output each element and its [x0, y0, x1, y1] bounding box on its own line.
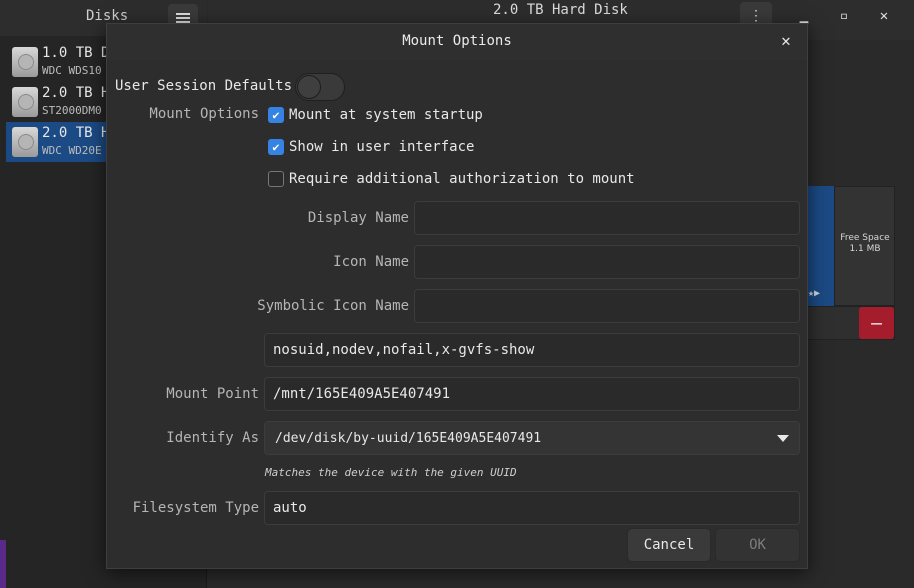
identify-as-value: /dev/disk/by-uuid/165E409A5E407491 [275, 430, 542, 446]
window-close-icon[interactable]: ✕ [874, 8, 894, 24]
mount-point-label: Mount Point [166, 386, 259, 402]
checkbox-unchecked-icon [268, 171, 284, 187]
switch-knob [297, 75, 321, 99]
icon-name-input[interactable] [423, 254, 791, 270]
checkbox-mount-at-startup[interactable]: ✔ Mount at system startup [268, 107, 483, 123]
disk-model: ST2000DM0 [42, 104, 102, 117]
hard-disk-icon [12, 47, 38, 77]
checkbox-checked-icon: ✔ [268, 107, 284, 123]
minus-icon: — [871, 312, 882, 334]
disk-model: WDC WD20E [42, 144, 102, 157]
display-name-label: Display Name [307, 210, 409, 226]
hamburger-icon [176, 13, 190, 23]
icon-name-field[interactable] [414, 245, 800, 279]
symbolic-icon-name-label: Symbolic Icon Name [257, 298, 409, 314]
checkbox-checked-icon: ✔ [268, 139, 284, 155]
partition-indicator-icon: ★▶ [808, 288, 821, 299]
filesystem-type-label: Filesystem Type [132, 500, 259, 516]
free-space-size: 1.1 MB [849, 244, 881, 254]
free-space-label: Free Space [840, 233, 890, 243]
window-title: 2.0 TB Hard Disk [493, 2, 628, 18]
chevron-down-icon [777, 434, 789, 442]
mount-options-field[interactable]: nosuid,nodev,nofail,x-gvfs-show [264, 333, 800, 367]
hard-disk-icon [12, 87, 38, 117]
filesystem-type-value: auto [273, 500, 307, 516]
mount-options-value: nosuid,nodev,nofail,x-gvfs-show [273, 342, 535, 358]
dialog-title: Mount Options [402, 33, 512, 49]
disk-model: WDC WDS10 [42, 64, 102, 77]
checkbox-label: Mount at system startup [289, 107, 483, 123]
display-name-field[interactable] [414, 201, 800, 235]
sidebar-title: Disks [86, 8, 129, 24]
desktop-edge [0, 540, 6, 588]
dialog-header: Mount Options ✕ [107, 24, 807, 60]
kebab-icon: ⋮ [749, 8, 763, 24]
minimize-icon[interactable]: ▁ [794, 8, 814, 24]
checkbox-show-in-ui[interactable]: ✔ Show in user interface [268, 139, 474, 155]
identify-as-label: Identify As [166, 430, 259, 446]
display-name-input[interactable] [423, 210, 791, 226]
mount-options-label: Mount Options [149, 106, 259, 122]
ok-button[interactable]: OK [715, 528, 800, 562]
disk-name: 1.0 TB D [42, 45, 110, 61]
disk-name: 2.0 TB H [42, 85, 110, 101]
disk-name: 2.0 TB H [42, 125, 110, 141]
user-session-defaults-label: User Session Defaults [115, 78, 293, 94]
mount-point-value: /mnt/165E409A5E407491 [273, 386, 451, 402]
close-icon[interactable]: ✕ [777, 31, 795, 51]
free-space-text: Free Space 1.1 MB [836, 233, 894, 255]
icon-name-label: Icon Name [333, 254, 409, 270]
user-session-defaults-switch[interactable] [295, 73, 345, 101]
checkbox-require-auth[interactable]: Require additional authorization to moun… [268, 171, 635, 187]
checkbox-label: Require additional authorization to moun… [289, 171, 635, 187]
checkbox-label: Show in user interface [289, 139, 475, 155]
identify-as-dropdown[interactable]: /dev/disk/by-uuid/165E409A5E407491 [264, 421, 800, 455]
filesystem-type-field[interactable]: auto [264, 491, 800, 525]
maximize-icon[interactable]: ▫ [834, 8, 854, 24]
identify-hint: Matches the device with the given UUID [265, 466, 517, 479]
symbolic-icon-name-input[interactable] [423, 298, 791, 314]
delete-partition-button[interactable]: — [859, 307, 894, 339]
hard-disk-icon [12, 127, 38, 157]
cancel-button[interactable]: Cancel [627, 528, 711, 562]
mount-options-dialog: Mount Options ✕ User Session Defaults Mo… [106, 23, 808, 569]
symbolic-icon-name-field[interactable] [414, 289, 800, 323]
mount-point-field[interactable]: /mnt/165E409A5E407491 [264, 377, 800, 411]
